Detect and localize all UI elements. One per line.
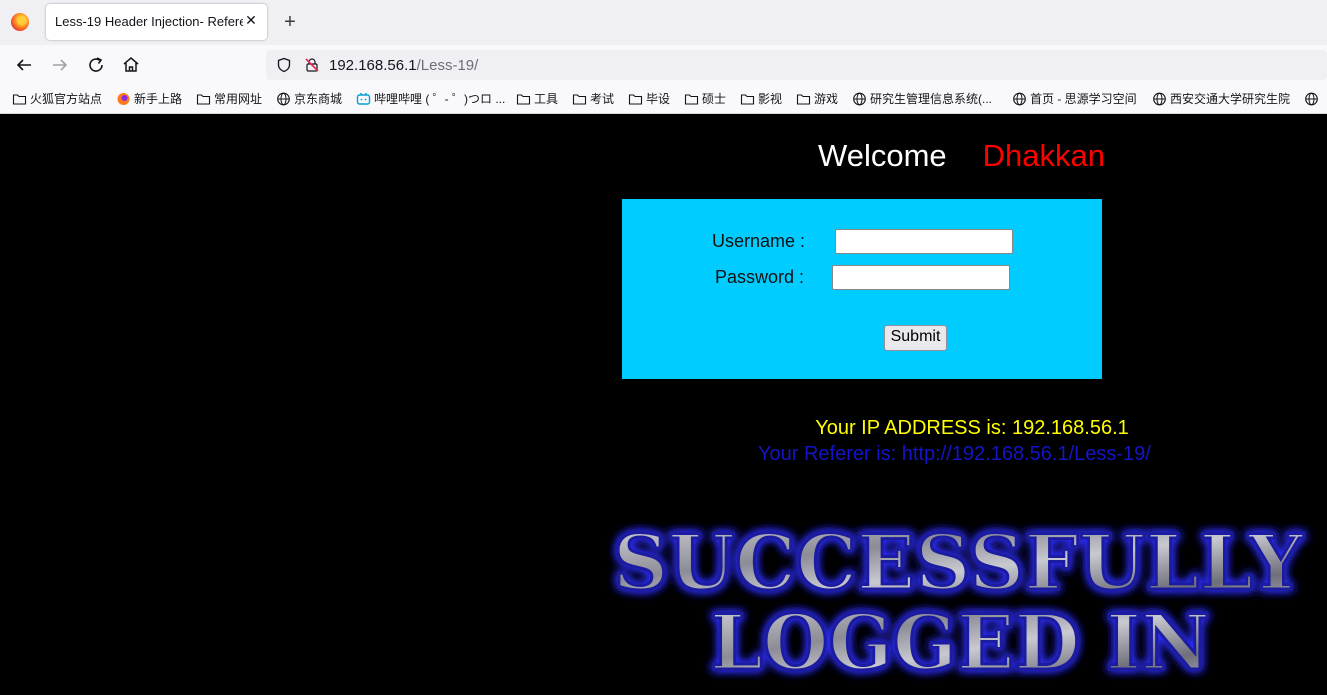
success-line-1: SUCCESSFULLY <box>613 518 1304 607</box>
success-line-2: LOGGED IN <box>710 598 1210 687</box>
folder-icon <box>196 94 211 105</box>
firefox-icon <box>117 93 130 105</box>
reload-icon[interactable] <box>84 53 108 77</box>
back-icon[interactable] <box>12 53 36 77</box>
forward-icon[interactable] <box>48 53 72 77</box>
bookmark-label: 火狐官方站点 <box>30 92 103 106</box>
ip-address-text: Your IP ADDRESS is: 192.168.56.1 <box>815 417 1129 439</box>
url-bar[interactable]: 192.168.56.1/Less-19/ <box>266 50 1327 80</box>
user-name: Dhakkan <box>982 138 1105 173</box>
globe-icon <box>277 92 290 106</box>
ip-address-line: Your IP ADDRESS is: 192.168.56.1 <box>0 417 1327 440</box>
tab-title: Less-19 Header Injection- Referer <box>55 14 243 29</box>
bookmark-label: 新手上路 <box>134 92 183 106</box>
firefox-icon[interactable] <box>11 13 29 31</box>
password-input[interactable] <box>832 265 1010 290</box>
globe-icon <box>1013 92 1026 106</box>
bookmark-label: 游戏 <box>814 92 839 106</box>
password-label: Password : <box>715 267 805 287</box>
bookmark-label: 常用网址 <box>214 92 263 106</box>
bookmark-label: 影视 <box>758 92 783 106</box>
bookmark-label: 哔哩哔哩 ( ゜- ゜)つロ ... <box>374 92 506 106</box>
nav-bar: 192.168.56.1/Less-19/ <box>0 45 1327 85</box>
insecure-lock-icon[interactable] <box>304 57 320 73</box>
referer-text: Your Referer is: http://192.168.56.1/Les… <box>758 443 1151 465</box>
folder-icon <box>572 94 587 105</box>
username-label: Username : <box>712 231 806 251</box>
globe-icon <box>853 92 866 106</box>
shield-icon[interactable] <box>276 57 292 73</box>
globe-icon <box>1305 92 1318 106</box>
folder-icon <box>628 94 643 105</box>
folder-icon <box>740 94 755 105</box>
tab-close-icon[interactable]: ✕ <box>243 12 259 28</box>
bookmark-label: 工具 <box>534 92 559 106</box>
bookmark-label: 毕设 <box>646 92 671 106</box>
folder-icon <box>796 94 811 105</box>
tab-bar: Less-19 Header Injection- Referer ✕ + <box>0 0 1327 45</box>
folder-icon <box>12 94 27 105</box>
url-text[interactable]: 192.168.56.1/Less-19/ <box>329 57 478 74</box>
bookmark-label: 首页 - 思源学习空间 <box>1030 92 1137 106</box>
welcome-text: Welcome <box>818 138 947 173</box>
bookmark-label: 研究生管理信息系统(... <box>870 92 992 106</box>
bookmark-label: 京东商城 <box>294 92 343 106</box>
home-icon[interactable] <box>119 53 143 77</box>
bookmark-label: 西安交通大学研究生院 <box>1170 92 1291 106</box>
folder-icon <box>684 94 699 105</box>
bookmarks-toolbar: 火狐官方站点 新手上路 常用网址 京东商城 哔哩哔哩 ( ゜- ゜)つロ ... 工具 考试… <box>0 85 1327 114</box>
username-input[interactable] <box>835 229 1013 254</box>
page-content: Welcome Dhakkan Username : Password : Sub… <box>0 114 1327 695</box>
welcome-heading: Welcome Dhakkan <box>818 138 1105 174</box>
tab-active[interactable]: Less-19 Header Injection- Referer ✕ <box>46 4 267 40</box>
globe-icon <box>1153 92 1166 106</box>
success-logged-in-image: SUCCESSFULLY LOGGED IN <box>612 517 1306 689</box>
bookmark-label: 考试 <box>590 92 615 106</box>
bookmark-label: 硕士 <box>702 92 727 106</box>
new-tab-icon[interactable]: + <box>279 11 301 33</box>
submit-button[interactable]: Submit <box>884 325 947 351</box>
login-form: Username : Password : Submit <box>622 199 1102 379</box>
url-path: /Less-19/ <box>416 57 479 74</box>
bilibili-icon <box>356 92 371 105</box>
url-host: 192.168.56.1 <box>329 57 417 74</box>
folder-icon <box>516 94 531 105</box>
